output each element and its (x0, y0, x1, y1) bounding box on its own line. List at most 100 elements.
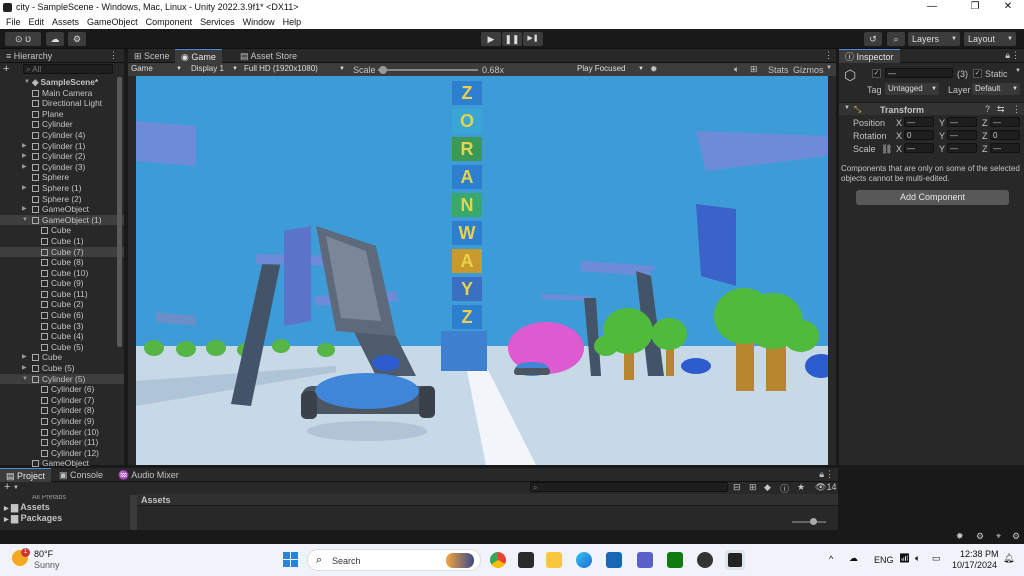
unity-taskbar-icon[interactable] (725, 550, 745, 570)
chevron-down-icon[interactable]: ▼ (826, 65, 832, 71)
hierarchy-item[interactable]: Sphere (0, 172, 124, 183)
menu-gameobject[interactable]: GameObject (87, 17, 138, 27)
menu-file[interactable]: File (6, 17, 21, 27)
layers-dropdown[interactable]: Layers ▼ (908, 32, 960, 46)
hierarchy-item[interactable]: Cube (2) (0, 299, 124, 310)
minimize-button[interactable]: — (917, 1, 947, 12)
menu-component[interactable]: Component (146, 17, 193, 27)
scale-slider[interactable] (378, 66, 478, 74)
search-icon[interactable]: ⌕ (887, 32, 905, 46)
tag-icon[interactable]: ◆ (764, 482, 771, 493)
volume-icon[interactable]: 🔈︎ (915, 553, 920, 564)
expand-arrow-icon[interactable]: ▼ (24, 77, 30, 88)
expand-arrow-icon[interactable]: ▶ (22, 352, 27, 363)
history-icon[interactable]: ↺ (864, 32, 882, 46)
more-icon[interactable]: ⋮ (825, 469, 834, 480)
hierarchy-item[interactable]: Directional Light (0, 98, 124, 109)
hierarchy-item[interactable]: Cylinder (8) (0, 405, 124, 416)
layer-dropdown[interactable]: Default ▼ (972, 83, 1020, 95)
tab-asset-store[interactable]: ▤ Asset Store (234, 49, 303, 63)
stats-button[interactable]: Stats (768, 65, 789, 75)
expand-arrow-icon[interactable]: ▶ (4, 506, 9, 512)
tree-item-packages[interactable]: ▶ ▆ Packages (0, 513, 130, 524)
tab-audio-mixer[interactable]: ♒ Audio Mixer (112, 468, 185, 482)
filter-type-icon[interactable]: ⊟ (733, 482, 741, 493)
battery-icon[interactable]: ▭ (932, 553, 941, 564)
hierarchy-item[interactable]: Plane (0, 109, 124, 120)
pause-button[interactable]: ❚❚ (502, 32, 522, 46)
menu-services[interactable]: Services (200, 17, 235, 27)
scene-root[interactable]: ▼ ◈ SampleScene* (0, 77, 124, 88)
tab-scene[interactable]: ⊞ Scene (128, 49, 176, 63)
tag-dropdown[interactable]: Untagged ▼ (885, 83, 939, 95)
hierarchy-item[interactable]: ▶ GameObject (0, 204, 124, 215)
hierarchy-item[interactable]: ▶ Cylinder (1) (0, 141, 124, 152)
weather-desc[interactable]: Sunny (34, 560, 60, 570)
tab-inspector[interactable]: ⓘ Inspector (839, 49, 900, 63)
expand-arrow-icon[interactable]: ▶ (22, 204, 27, 215)
hierarchy-item[interactable]: Cylinder (12) (0, 448, 124, 459)
transform-x-field[interactable]: — (904, 117, 934, 127)
expand-arrow-icon[interactable]: ▶ (4, 517, 9, 523)
game-viewport[interactable]: ZYAWNAROZ (136, 76, 828, 465)
language-indicator[interactable]: ENG (874, 555, 894, 565)
menu-assets[interactable]: Assets (52, 17, 79, 27)
scrollbar[interactable] (130, 495, 137, 530)
expand-arrow-icon[interactable]: ▼ (844, 105, 850, 111)
help-icon[interactable]: ? (985, 104, 990, 114)
transform-x-field[interactable]: — (904, 143, 934, 153)
transform-y-field[interactable]: — (947, 130, 977, 140)
hierarchy-item[interactable]: Cube (6) (0, 310, 124, 321)
lock-icon[interactable]: 🔒︎ (819, 469, 824, 480)
bug-icon[interactable]: ✹ (650, 64, 658, 75)
transform-z-field[interactable]: — (990, 143, 1020, 153)
lock-icon[interactable]: 🔒︎ (1005, 50, 1010, 61)
scrollbar[interactable] (117, 77, 122, 347)
tab-console[interactable]: ▣ Console (53, 468, 109, 482)
hierarchy-item[interactable]: Cylinder (11) (0, 437, 124, 448)
hierarchy-item[interactable]: Cylinder (9) (0, 416, 124, 427)
name-field[interactable]: — (885, 68, 953, 78)
display-dropdown[interactable]: Display 1 ▼ (188, 63, 240, 75)
hidden-packages-icon[interactable]: 👁︎14 (815, 482, 836, 493)
network-icon[interactable]: ☁ (849, 553, 858, 564)
favorite-icon[interactable]: ★ (797, 482, 805, 493)
expand-arrow-icon[interactable]: ▶ (22, 363, 27, 374)
taskbar-search[interactable]: ⌕ Search (307, 549, 481, 571)
more-icon[interactable]: ⋮ (109, 50, 118, 61)
hierarchy-item[interactable]: Cylinder (6) (0, 384, 124, 395)
create-button[interactable]: + (4, 481, 10, 493)
hierarchy-item[interactable]: Cylinder (7) (0, 395, 124, 406)
hierarchy-item[interactable]: ▼ GameObject (1) (0, 214, 124, 226)
chevron-up-icon[interactable]: ^ (829, 554, 833, 564)
start-icon[interactable] (283, 552, 298, 567)
hierarchy-item[interactable]: ▶ Cylinder (3) (0, 162, 124, 173)
hierarchy-item[interactable]: Cube (9) (0, 278, 124, 289)
tree-item-all-prefabs[interactable]: All Prefabs (0, 495, 130, 502)
xbox-icon[interactable] (667, 552, 683, 568)
weather-temp[interactable]: 80°F (34, 549, 53, 559)
hierarchy-item[interactable]: Sphere (2) (0, 194, 124, 205)
add-button[interactable]: + (3, 63, 9, 75)
bug-status-icon[interactable]: ✹ (956, 531, 964, 542)
hierarchy-item[interactable]: ▶ Cube (0, 352, 124, 363)
task-view-icon[interactable] (518, 552, 534, 568)
chevron-down-icon[interactable]: ▼ (13, 485, 19, 491)
settings-status-icon[interactable]: ⚙ (1012, 531, 1020, 542)
chrome-icon[interactable] (490, 552, 506, 568)
menu-help[interactable]: Help (283, 17, 302, 27)
hierarchy-item[interactable]: Cube (1) (0, 236, 124, 247)
chevron-down-icon[interactable]: ▼ (1015, 68, 1021, 74)
transform-y-field[interactable]: — (947, 117, 977, 127)
more-icon[interactable]: ⋮ (824, 50, 833, 61)
edge-icon[interactable] (576, 552, 592, 568)
tab-project[interactable]: ▤ Project (0, 468, 52, 482)
hierarchy-item[interactable]: Main Camera (0, 88, 124, 99)
hierarchy-item[interactable]: Cube (8) (0, 257, 124, 268)
transform-x-field[interactable]: 0 (904, 130, 934, 140)
more-icon[interactable]: ⋮ (1011, 50, 1020, 61)
tree-item-assets[interactable]: ▶ ▆ Assets (0, 502, 130, 513)
close-button[interactable]: ✕ (993, 1, 1023, 12)
gizmos-button[interactable]: Gizmos (793, 65, 824, 75)
hierarchy-item[interactable]: Cube (5) (0, 342, 124, 353)
